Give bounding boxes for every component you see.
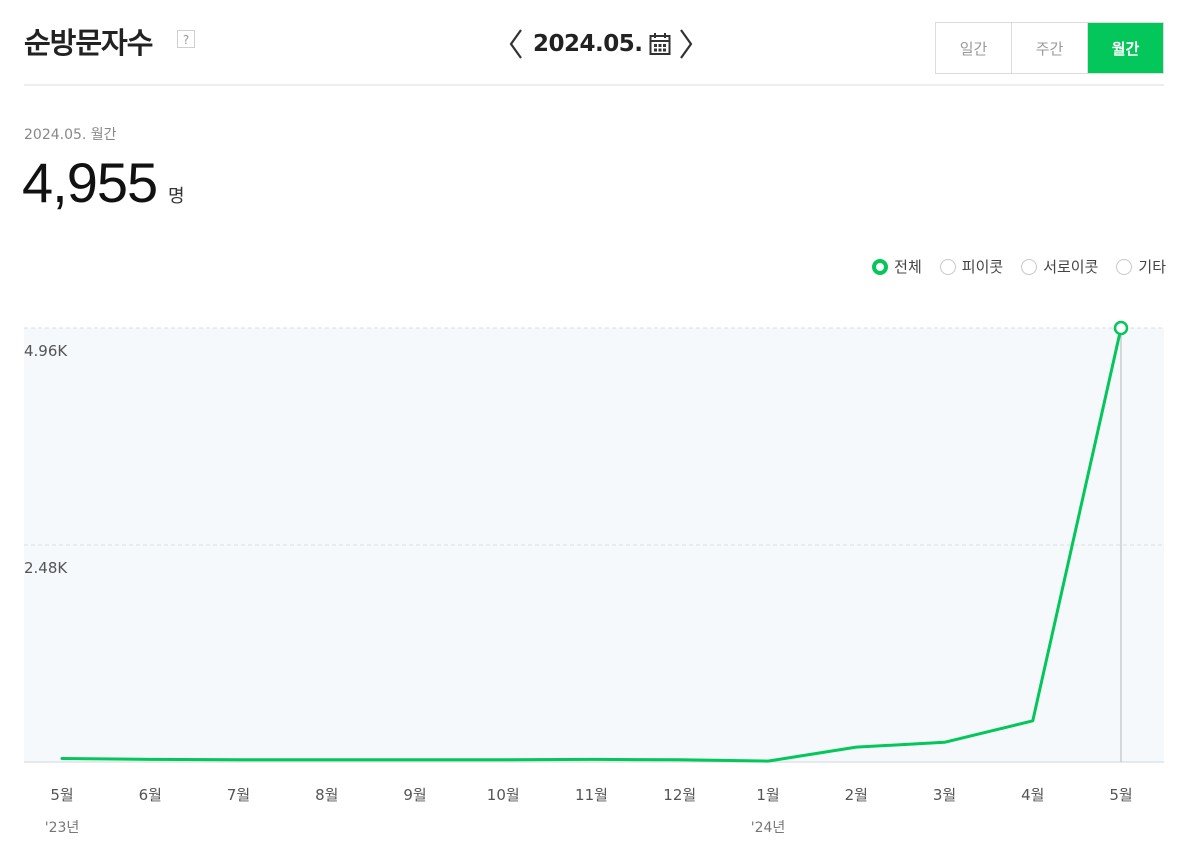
help-icon[interactable]: ? (177, 30, 195, 48)
visitor-stats-panel: 순방문자수 ? 2024.05. 일간 주간 월간 2024.05. 월간 4,… (0, 0, 1184, 864)
calendar-icon (649, 33, 670, 55)
x-tick-label: 12월 (663, 786, 696, 804)
x-tick-label: 6월 (139, 786, 162, 804)
x-tick-label: 7월 (227, 786, 250, 804)
legend-label: 서로이콧 (1043, 258, 1099, 276)
chevron-left-icon (509, 29, 522, 59)
date-navigator: 2024.05. (503, 24, 699, 64)
legend-label: 피이콧 (961, 258, 1004, 276)
period-toggle: 일간 주간 월간 (935, 22, 1164, 74)
y-tick-label: 4.96K (24, 342, 68, 360)
summary-unit: 명 (168, 186, 185, 207)
radio-icon (1116, 258, 1133, 275)
radio-icon (939, 258, 956, 275)
calendar-button[interactable] (649, 32, 671, 56)
x-tick-label: 11월 (575, 786, 608, 804)
page-title: 순방문자수 (24, 26, 153, 60)
period-monthly-button[interactable]: 월간 (1088, 23, 1163, 73)
next-month-button[interactable] (673, 24, 699, 64)
summary-period-label: 2024.05. 월간 (24, 127, 117, 143)
x-tick-label: 1월 (756, 786, 779, 804)
x-tick-label: 8월 (315, 786, 338, 804)
x-tick-label: 5월 (1109, 786, 1132, 804)
chart-legend: 전체 피이콧 서로이콧 기타 (872, 256, 1166, 277)
header-divider (24, 84, 1164, 86)
chevron-right-icon (679, 29, 692, 59)
year-label: '23년 (45, 820, 80, 836)
period-weekly-button[interactable]: 주간 (1012, 23, 1088, 73)
legend-label: 기타 (1138, 258, 1166, 276)
legend-item-other[interactable]: 기타 (1116, 256, 1166, 277)
current-date-label: 2024.05. (533, 31, 643, 57)
x-tick-label: 9월 (403, 786, 426, 804)
y-tick-label: 2.48K (24, 559, 68, 577)
x-tick-label: 4월 (1021, 786, 1044, 804)
legend-item-neighbor[interactable]: 서로이콧 (1021, 256, 1098, 277)
legend-item-pc[interactable]: 피이콧 (939, 256, 1004, 277)
legend-item-all[interactable]: 전체 (872, 256, 922, 277)
x-tick-label: 3월 (933, 786, 956, 804)
radio-icon (1021, 258, 1038, 275)
year-label: '24년 (751, 820, 786, 836)
x-tick-label: 5월 (50, 786, 73, 804)
legend-label: 전체 (894, 258, 922, 276)
period-daily-button[interactable]: 일간 (936, 23, 1012, 73)
highlight-point (1113, 320, 1129, 336)
radio-selected-icon (872, 258, 889, 275)
visitor-line-chart: 2.48K 4.96K 5월 6월 7월 8월 9월 10월 11월 12월 1월 2월 3월 4월 5월 '… (24, 320, 1164, 836)
x-tick-label: 2월 (845, 786, 868, 804)
x-tick-label: 10월 (487, 786, 520, 804)
summary-value: 4,955 (22, 151, 158, 214)
prev-month-button[interactable] (503, 24, 529, 64)
